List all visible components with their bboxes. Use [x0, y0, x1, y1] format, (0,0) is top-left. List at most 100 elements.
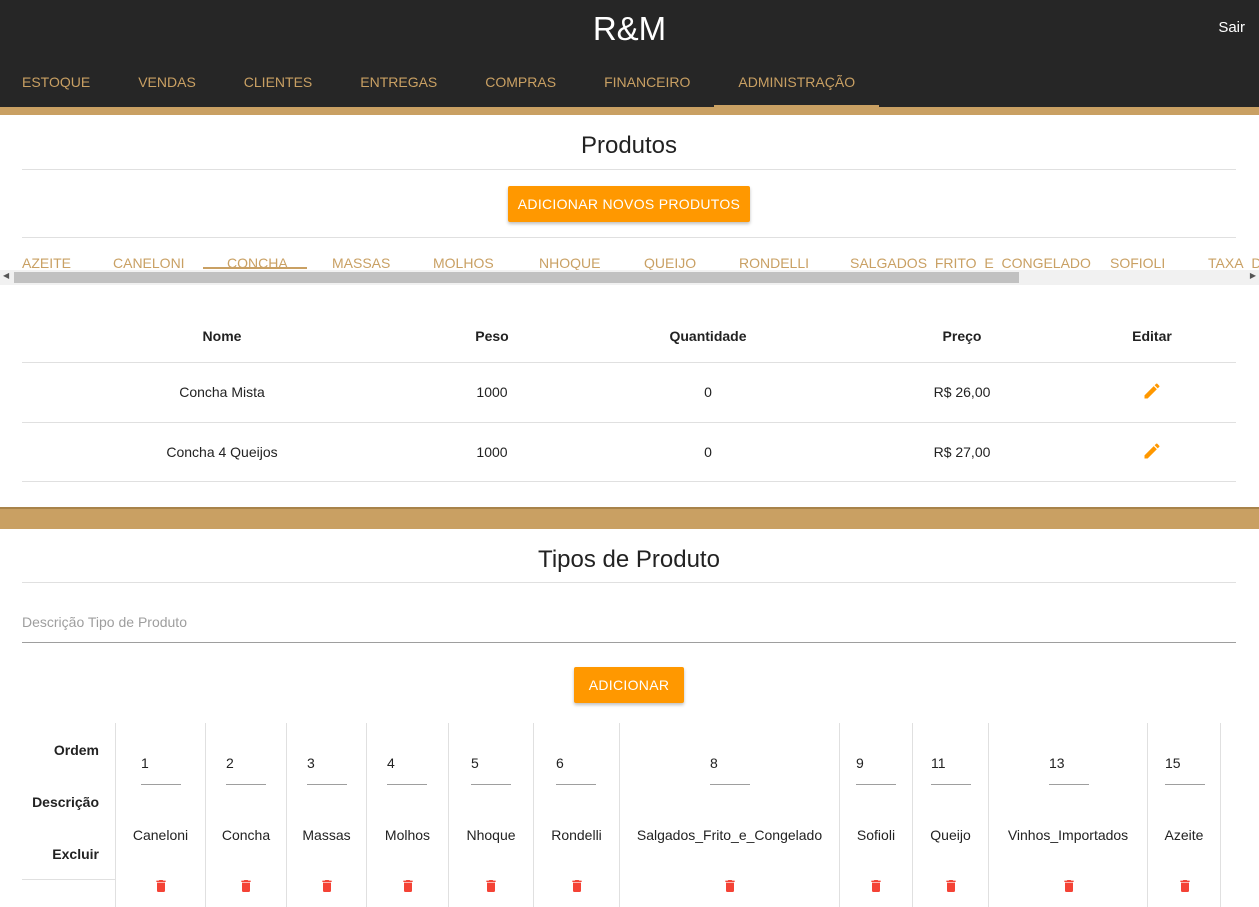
- ordem-underline: [226, 784, 266, 785]
- tipo-ordem[interactable]: 1: [141, 755, 149, 771]
- cell-preco: R$ 26,00: [933, 384, 991, 400]
- tipo-descricao: Queijo: [930, 827, 971, 843]
- produtos-title: Produtos: [580, 132, 678, 159]
- delete-icon[interactable]: [483, 877, 499, 895]
- tipo-ordem[interactable]: 5: [471, 755, 479, 771]
- delete-icon[interactable]: [943, 877, 959, 895]
- tipo-column: 3 Massas: [286, 723, 366, 907]
- label-ordem: Ordem: [53, 742, 99, 758]
- column-header-nome: Nome: [202, 328, 242, 344]
- tipo-ordem[interactable]: 11: [931, 755, 946, 771]
- ordem-underline: [556, 784, 596, 785]
- tab-molhos[interactable]: MOLHOS: [433, 255, 494, 271]
- tipo-column: 4 Molhos: [366, 723, 448, 907]
- delete-icon[interactable]: [153, 877, 169, 895]
- tabs-scrollbar[interactable]: ◀ ▶: [0, 270, 1259, 285]
- main-nav: ESTOQUE VENDAS CLIENTES ENTREGAS COMPRAS…: [0, 60, 879, 107]
- tipo-ordem[interactable]: 4: [387, 755, 395, 771]
- edit-icon[interactable]: [1142, 441, 1162, 461]
- cell-quantidade: 0: [704, 444, 712, 460]
- tipo-column: 9 Sofioli: [839, 723, 912, 907]
- product-type-tabs: AZEITE CANELONI CONCHA MASSAS MOLHOS NHO…: [0, 250, 1259, 272]
- delete-icon[interactable]: [238, 877, 254, 895]
- tipo-descricao: Nhoque: [466, 827, 516, 843]
- tipo-column: 5 Nhoque: [448, 723, 533, 907]
- edit-icon[interactable]: [1142, 381, 1162, 401]
- tipo-ordem[interactable]: 8: [710, 755, 718, 771]
- tipo-descricao: Vinhos_Importados: [1007, 827, 1129, 843]
- tab-sofioli[interactable]: SOFIOLI: [1110, 255, 1165, 271]
- nav-entregas[interactable]: ENTREGAS: [336, 60, 461, 107]
- nav-compras[interactable]: COMPRAS: [461, 60, 580, 107]
- scroll-left-icon[interactable]: ◀: [3, 271, 9, 280]
- brand-logo: R&M: [592, 10, 667, 47]
- scroll-thumb[interactable]: [14, 272, 1019, 283]
- tipo-description-field[interactable]: [22, 605, 1236, 643]
- tipo-descricao: Rondelli: [551, 827, 602, 843]
- table-row: Concha Mista 1000 0 R$ 26,00: [22, 362, 1236, 422]
- ordem-underline: [307, 784, 347, 785]
- ordem-underline: [387, 784, 427, 785]
- label-excluir: Excluir: [52, 846, 99, 862]
- tipos-title-divider: [22, 582, 1236, 583]
- scroll-right-icon[interactable]: ▶: [1250, 271, 1256, 280]
- nav-financeiro[interactable]: FINANCEIRO: [580, 60, 714, 107]
- cell-peso: 1000: [476, 384, 508, 400]
- header-divider: [0, 107, 1259, 115]
- cell-nome: Concha 4 Queijos: [166, 444, 278, 460]
- tab-azeite[interactable]: AZEITE: [22, 255, 71, 271]
- cell-quantidade: 0: [704, 384, 712, 400]
- tab-queijo[interactable]: QUEIJO: [644, 255, 696, 271]
- delete-icon[interactable]: [868, 877, 884, 895]
- tipo-descricao: Molhos: [384, 827, 431, 843]
- column-header-quantidade: Quantidade: [669, 328, 747, 344]
- delete-icon[interactable]: [400, 877, 416, 895]
- tab-taxa-de-entrega[interactable]: TAXA_DE_ENTREGA: [1208, 255, 1259, 271]
- column-header-editar: Editar: [1132, 328, 1172, 344]
- nav-estoque[interactable]: ESTOQUE: [0, 60, 114, 107]
- cell-nome: Concha Mista: [179, 384, 265, 400]
- nav-clientes[interactable]: CLIENTES: [220, 60, 336, 107]
- tipo-column: 8 Salgados_Frito_e_Congelado: [619, 723, 839, 907]
- cell-peso: 1000: [476, 444, 508, 460]
- tipo-ordem[interactable]: 15: [1165, 755, 1181, 771]
- tipo-ordem[interactable]: 13: [1049, 755, 1065, 771]
- tipos-row-labels: Ordem Descrição Excluir: [22, 723, 115, 880]
- tipo-column: 11 Queijo: [912, 723, 988, 907]
- tipos-title: Tipos de Produto: [538, 546, 720, 573]
- add-products-button[interactable]: ADICIONAR NOVOS PRODUTOS: [508, 186, 750, 222]
- delete-icon[interactable]: [722, 877, 738, 895]
- tipo-descricao: Sofioli: [856, 827, 896, 843]
- delete-icon[interactable]: [319, 877, 335, 895]
- tab-salgados[interactable]: SALGADOS_FRITO_E_CONGELADO: [850, 255, 1091, 271]
- delete-icon[interactable]: [1061, 877, 1077, 895]
- tab-rondelli[interactable]: RONDELLI: [739, 255, 809, 271]
- delete-icon[interactable]: [569, 877, 585, 895]
- tipo-ordem[interactable]: 9: [856, 755, 864, 771]
- tab-massas[interactable]: MASSAS: [332, 255, 390, 271]
- tipo-ordem[interactable]: 3: [307, 755, 315, 771]
- tipo-ordem[interactable]: 6: [556, 755, 564, 771]
- ordem-underline: [471, 784, 511, 785]
- section-divider: [0, 507, 1259, 529]
- nav-administracao[interactable]: ADMINISTRAÇÃO: [714, 60, 879, 107]
- tab-nhoque[interactable]: NHOQUE: [539, 255, 600, 271]
- active-tab-indicator: [203, 267, 307, 269]
- ordem-underline: [1165, 784, 1205, 785]
- delete-icon[interactable]: [1177, 877, 1193, 895]
- table-row: Concha 4 Queijos 1000 0 R$ 27,00: [22, 422, 1236, 482]
- tipo-description-input[interactable]: [22, 605, 1236, 639]
- logout-link[interactable]: Sair: [1218, 19, 1245, 36]
- ordem-underline: [856, 784, 896, 785]
- nav-vendas[interactable]: VENDAS: [114, 60, 220, 107]
- produtos-title-divider: [22, 169, 1236, 170]
- add-tipo-button[interactable]: ADICIONAR: [574, 667, 684, 703]
- tab-caneloni[interactable]: CANELONI: [113, 255, 185, 271]
- ordem-underline: [931, 784, 971, 785]
- tabs-divider: [22, 237, 1236, 238]
- tipo-descricao: Caneloni: [132, 827, 189, 843]
- column-header-peso: Peso: [475, 328, 509, 344]
- label-descricao: Descrição: [32, 794, 99, 810]
- tipo-ordem[interactable]: 2: [226, 755, 234, 771]
- cell-preco: R$ 27,00: [933, 444, 991, 460]
